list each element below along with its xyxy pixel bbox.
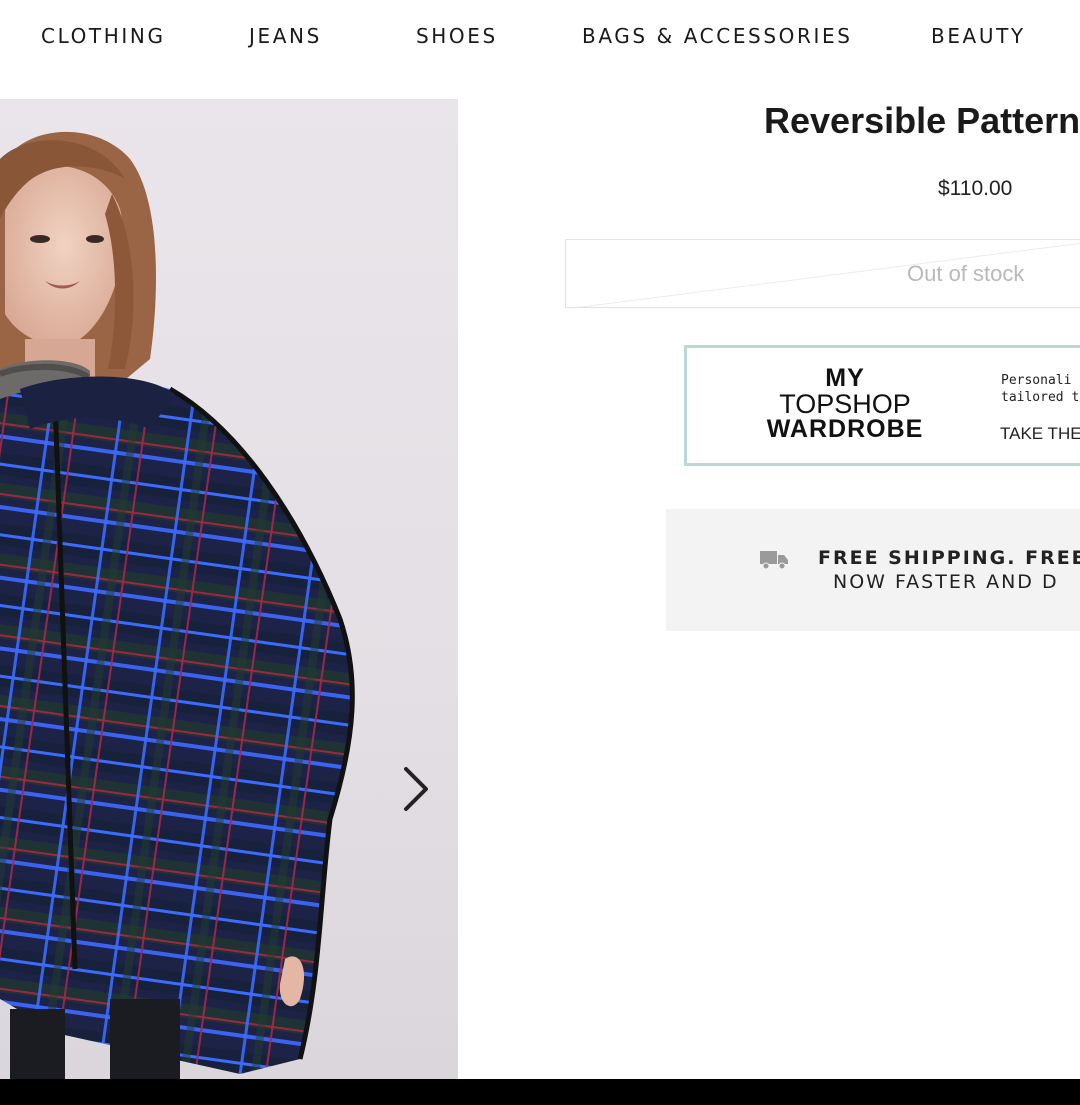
wardrobe-cta[interactable]: TAKE THE [1000, 424, 1080, 444]
logo-line-wardrobe: WARDROBE [766, 415, 924, 443]
bottom-bar [0, 1079, 1080, 1105]
stock-status-label: Out of stock [907, 261, 1025, 286]
truck-icon [760, 551, 788, 570]
product-photo [0, 131, 355, 1079]
out-of-stock-button[interactable]: Out of stock [565, 239, 1080, 308]
shipping-line2: NOW FASTER AND D [833, 571, 1059, 593]
top-nav: CLOTHING JEANS SHOES BAGS & ACCESSORIES … [0, 0, 1080, 72]
nav-item-shoes[interactable]: SHOES [416, 24, 498, 48]
my-topshop-wardrobe-banner[interactable]: MY TOPSHOP WARDROBE Personali tailored t… [684, 345, 1080, 466]
nav-item-bags-accessories[interactable]: BAGS & ACCESSORIES [582, 24, 853, 48]
product-page: CLOTHING JEANS SHOES BAGS & ACCESSORIES … [0, 0, 1080, 1105]
wardrobe-desc-line1: Personali [1001, 373, 1072, 388]
product-image[interactable] [0, 99, 458, 1079]
shipping-line1: FREE SHIPPING. FREE [818, 547, 1080, 569]
chevron-right-icon[interactable] [392, 761, 440, 817]
wardrobe-desc-line2: tailored t [1001, 390, 1080, 405]
shipping-banner: FREE SHIPPING. FREE NOW FASTER AND D [666, 509, 1080, 631]
product-title: Reversible Pattern [764, 100, 1080, 141]
nav-item-clothing[interactable]: CLOTHING [41, 24, 166, 48]
wardrobe-logo: MY TOPSHOP WARDROBE [759, 366, 931, 442]
nav-item-jeans[interactable]: JEANS [249, 24, 322, 48]
logo-line-my: MY [825, 364, 865, 392]
logo-line-topshop: TOPSHOP [779, 389, 911, 419]
nav-item-beauty[interactable]: BEAUTY [931, 24, 1026, 48]
product-price: $110.00 [938, 177, 1013, 200]
